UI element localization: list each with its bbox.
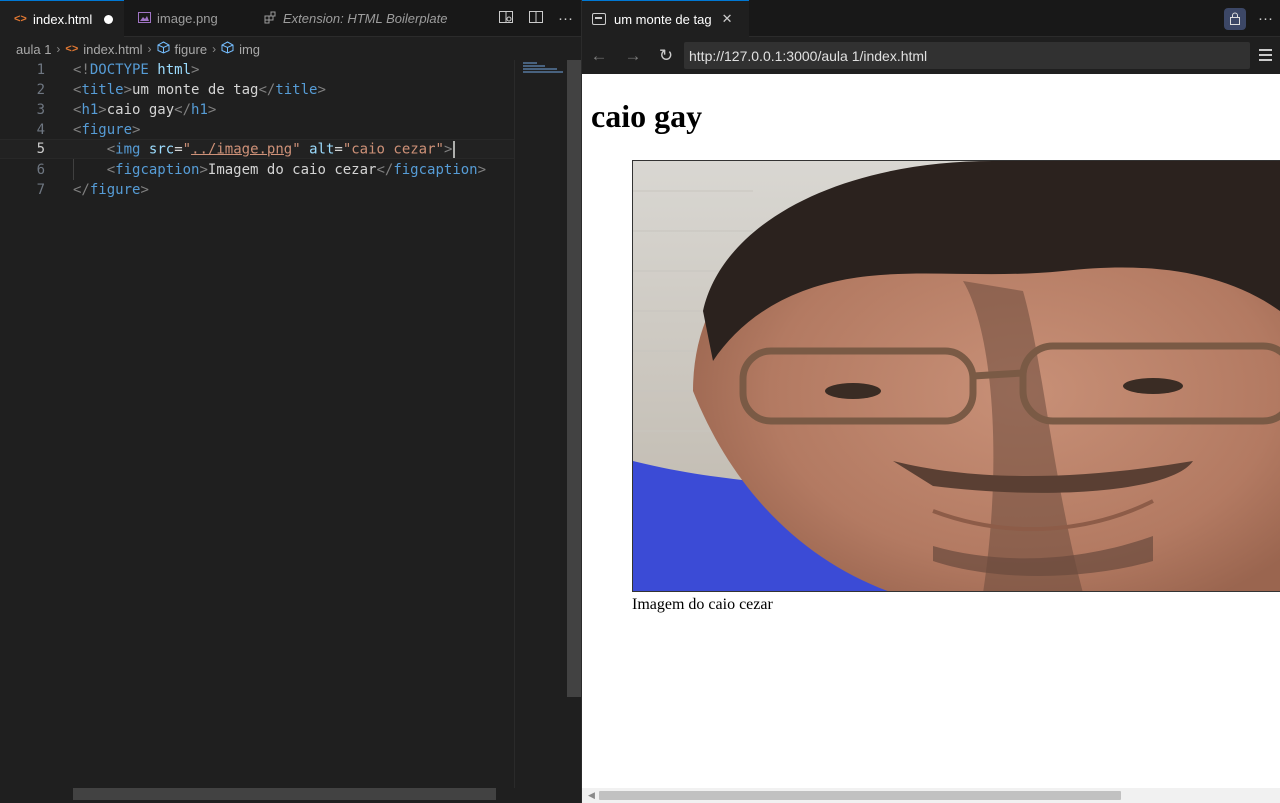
split-editor-icon[interactable]: [528, 9, 544, 29]
minimap-line: [523, 62, 537, 64]
minimap[interactable]: [514, 60, 567, 788]
forward-arrow-icon[interactable]: →: [622, 45, 644, 67]
open-preview-icon[interactable]: [498, 9, 514, 29]
text-cursor: [453, 140, 456, 158]
tab-label: Extension: HTML Boilerplate: [283, 11, 448, 26]
element-cube-icon: [221, 41, 234, 57]
extension-icon: [264, 11, 276, 27]
browser-actions: ···: [1224, 0, 1273, 37]
html-file-icon: <>: [65, 43, 79, 55]
tab-label: index.html: [33, 11, 93, 27]
page-icon: [592, 13, 606, 25]
code-line-current[interactable]: 5 <img src="../image.png" alt="caio ceza…: [0, 139, 514, 159]
scrollbar-thumb[interactable]: [567, 60, 581, 697]
code-line[interactable]: 4 <figure>: [0, 120, 514, 140]
more-actions-icon[interactable]: ···: [1258, 10, 1273, 27]
unsaved-dot-icon: [104, 14, 114, 24]
more-actions-icon[interactable]: ···: [558, 10, 573, 27]
code-area[interactable]: 1 <!DOCTYPE html> 2 <title>um monte de t…: [0, 60, 514, 788]
line-number: 2: [36, 82, 45, 98]
browser-tab[interactable]: um monte de tag ✕: [582, 0, 749, 37]
page-heading: caio gay: [591, 98, 703, 134]
horizontal-scrollbar[interactable]: ◀: [582, 788, 1280, 803]
tab-index-html[interactable]: <> index.html: [0, 0, 124, 37]
code-line[interactable]: 6 <figcaption>Imagem do caio cezar</figc…: [0, 160, 514, 180]
url-input[interactable]: http://127.0.0.1:3000/aula 1/index.html: [684, 42, 1250, 69]
element-cube-icon: [157, 41, 170, 57]
reload-icon[interactable]: ↻: [655, 45, 677, 67]
browser-preview: um monte de tag ✕ ··· ← → ↻ http://127.0…: [581, 0, 1280, 803]
tab-label: image.png: [157, 11, 218, 26]
chevron-right-icon: ›: [212, 42, 217, 56]
menu-hamburger-icon[interactable]: [1255, 45, 1275, 65]
minimap-line: [523, 65, 545, 67]
back-arrow-icon[interactable]: ←: [588, 45, 610, 67]
line-number: 3: [36, 102, 45, 118]
horizontal-scrollbar[interactable]: [73, 788, 496, 800]
chevron-right-icon: ›: [56, 42, 61, 56]
browser-tab-title: um monte de tag: [614, 11, 712, 27]
breadcrumb-figure[interactable]: figure: [175, 42, 208, 57]
scroll-left-icon[interactable]: ◀: [588, 790, 595, 801]
chevron-right-icon: ›: [147, 42, 152, 56]
browser-tab-bar: um monte de tag ✕ ···: [582, 0, 1280, 37]
browser-nav-bar: ← → ↻ http://127.0.0.1:3000/aula 1/index…: [582, 37, 1280, 74]
code-line[interactable]: 2 <title>um monte de tag</title>: [0, 80, 514, 100]
code-editor: <> index.html image.png Extension: HTML …: [0, 0, 581, 803]
line-number: 5: [36, 141, 45, 157]
breadcrumb-file[interactable]: index.html: [83, 42, 142, 57]
line-number: 6: [36, 162, 45, 178]
breadcrumb-folder[interactable]: aula 1: [16, 42, 51, 57]
image-file-icon: [138, 11, 151, 26]
minimap-line: [523, 71, 563, 73]
figure-image: [632, 160, 1280, 592]
html-file-icon: <>: [14, 13, 27, 25]
code-line[interactable]: 1 <!DOCTYPE html>: [0, 60, 514, 80]
lock-icon[interactable]: [1224, 7, 1246, 30]
minimap-line: [523, 68, 557, 70]
editor-actions: ···: [498, 0, 573, 37]
scrollbar-thumb[interactable]: [599, 791, 1121, 800]
editor-tab-bar: <> index.html image.png Extension: HTML …: [0, 0, 581, 37]
code-line[interactable]: 7 </figure>: [0, 180, 514, 200]
code-line[interactable]: 3 <h1>caio gay</h1>: [0, 100, 514, 120]
tab-image-png[interactable]: image.png: [124, 0, 250, 37]
line-number: 4: [36, 122, 45, 138]
close-icon[interactable]: ✕: [722, 11, 733, 27]
breadcrumb-img[interactable]: img: [239, 42, 260, 57]
figure-caption: Imagem do caio cezar: [632, 596, 773, 613]
line-number: 1: [36, 62, 45, 78]
tab-extension-html-boilerplate[interactable]: Extension: HTML Boilerplate: [250, 0, 475, 37]
breadcrumb: aula 1 › <> index.html › figure › img: [0, 37, 581, 61]
page-viewport[interactable]: caio gay Imagem do caio cezar: [582, 74, 1280, 788]
line-number: 7: [36, 182, 45, 198]
vertical-scrollbar[interactable]: [567, 60, 581, 788]
